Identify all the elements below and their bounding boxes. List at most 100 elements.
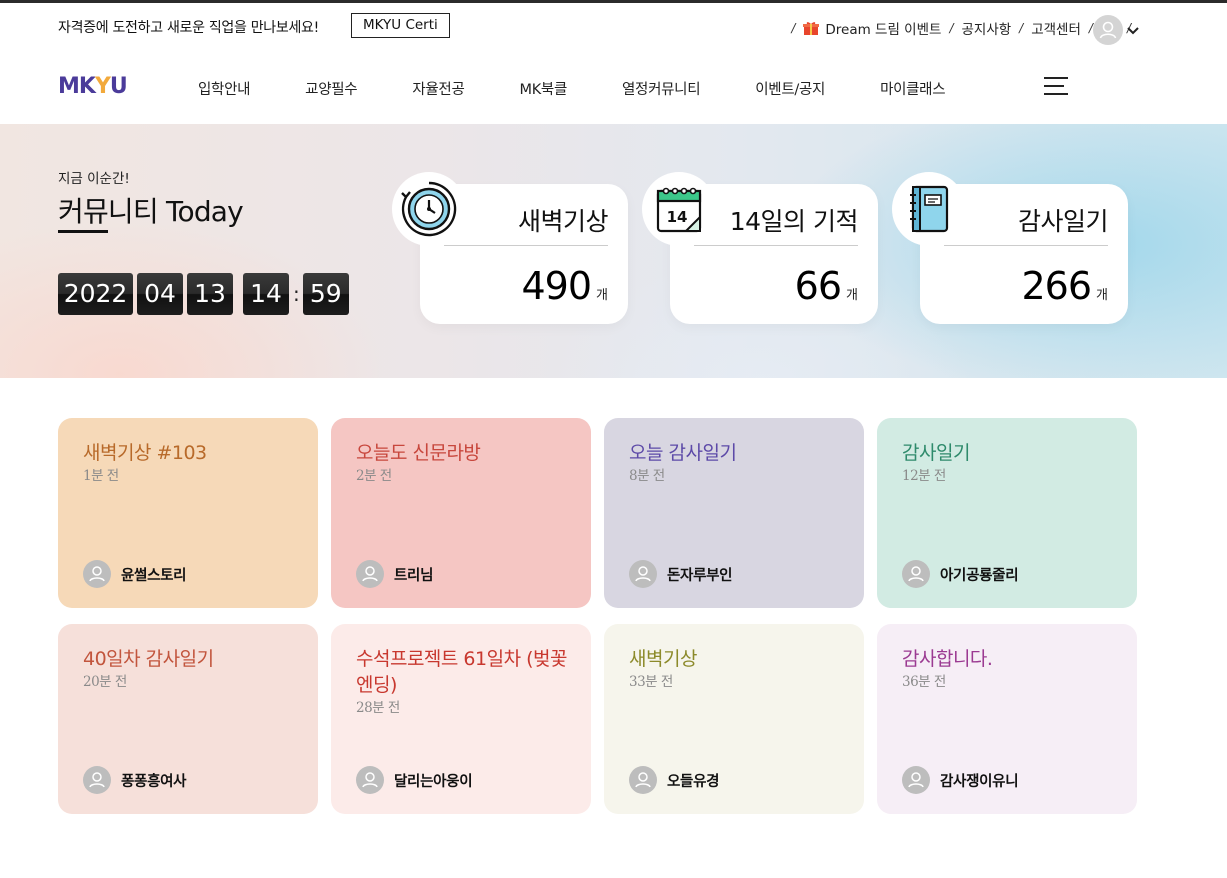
clock-hour: 14 <box>243 273 289 315</box>
post-author: 퐁퐁흥여사 <box>83 766 187 794</box>
post-title: 오늘 감사일기 8분 전 <box>629 440 842 485</box>
author-name: 달리는아웅이 <box>394 773 473 790</box>
utility-links: / Dream 드림 이벤트 / 공지사항 / 고객센터 / / <box>783 18 1139 38</box>
nav-item-self-major[interactable]: 자율전공 <box>412 78 464 99</box>
mkyu-certi-button[interactable]: MKYU Certi <box>351 13 450 38</box>
post-card[interactable]: 40일차 감사일기 20분 전 퐁퐁흥여사 <box>58 624 318 814</box>
author-name: 아기공룡줄리 <box>940 567 1019 584</box>
post-time: 28분 전 <box>356 700 400 716</box>
avatar-icon <box>356 560 384 588</box>
stat-label: 새벽기상 <box>517 207 609 236</box>
stat-count: 66 <box>794 264 842 308</box>
clock-day: 13 <box>187 273 233 315</box>
post-card[interactable]: 새벽기상 33분 전 오들유경 <box>604 624 864 814</box>
top-bar: 자격증에 도전하고 새로운 직업을 만나보세요! MKYU Certi / Dr… <box>0 3 1227 49</box>
author-name: 감사쟁이유니 <box>940 773 1019 790</box>
author-name: 퐁퐁흥여사 <box>121 773 187 790</box>
customer-center-link[interactable]: 고객센터 <box>1031 18 1081 38</box>
separator: / <box>1019 21 1024 35</box>
stat-label: 감사일기 <box>1017 207 1109 236</box>
post-author: 달리는아웅이 <box>356 766 473 794</box>
date-time-display: 2022 04 13 14 : 59 <box>58 273 353 315</box>
nav-item-liberal-arts[interactable]: 교양필수 <box>305 78 357 99</box>
community-today-hero: 지금 이순간! 커뮤니티 Today 2022 04 13 14 : 59 새벽… <box>0 124 1227 378</box>
clock-colon: : <box>293 282 300 306</box>
menu-icon[interactable] <box>1044 77 1068 95</box>
stat-count: 266 <box>1021 264 1093 308</box>
stat-card-morning-rise[interactable]: 새벽기상 490 개 <box>392 172 628 324</box>
mkyu-logo[interactable]: MKYU <box>58 74 128 99</box>
avatar-icon <box>629 766 657 794</box>
post-card[interactable]: 감사합니다. 36분 전 감사쟁이유니 <box>877 624 1137 814</box>
nav-menu: 입학안내 교양필수 자율전공 MK북클 열정커뮤니티 이벤트/공지 마이클래스 <box>198 78 1000 99</box>
avatar-icon <box>83 560 111 588</box>
post-title: 새벽기상 33분 전 <box>629 646 842 691</box>
chevron-down-icon[interactable] <box>1126 23 1140 37</box>
post-author: 트리님 <box>356 560 433 588</box>
separator: / <box>949 21 954 35</box>
post-author: 아기공룡줄리 <box>902 560 1019 588</box>
stat-unit: 개 <box>846 288 858 303</box>
post-card[interactable]: 오늘도 신문라방 2분 전 트리님 <box>331 418 591 608</box>
title-underline <box>58 230 108 233</box>
avatar-icon <box>902 560 930 588</box>
avatar-icon <box>629 560 657 588</box>
separator: / <box>791 21 796 35</box>
post-author: 감사쟁이유니 <box>902 766 1019 794</box>
svg-text:14: 14 <box>667 208 688 226</box>
stat-unit: 개 <box>1096 288 1108 303</box>
stat-label: 14일의 기적 <box>729 207 859 236</box>
post-time: 36분 전 <box>902 674 946 690</box>
author-name: 돈자루부인 <box>667 567 733 584</box>
clock-year: 2022 <box>58 273 133 315</box>
avatar-icon <box>356 766 384 794</box>
post-card[interactable]: 수석프로젝트 61일차 (벚꽃 엔딩) 28분 전 달리는아웅이 <box>331 624 591 814</box>
dream-event-label: Dream 드림 이벤트 <box>825 22 942 38</box>
post-title: 감사합니다. 36분 전 <box>902 646 1115 691</box>
alarm-clock-icon <box>392 172 466 246</box>
post-card[interactable]: 감사일기 12분 전 아기공룡줄리 <box>877 418 1137 608</box>
post-title: 새벽기상 #103 1분 전 <box>83 440 296 485</box>
nav-item-mk-bookclub[interactable]: MK북클 <box>520 78 568 99</box>
post-time: 12분 전 <box>902 468 946 484</box>
post-time: 2분 전 <box>356 468 392 484</box>
avatar-icon <box>902 766 930 794</box>
hero-kicker: 지금 이순간! <box>58 171 130 187</box>
stat-unit: 개 <box>596 288 608 303</box>
post-time: 1분 전 <box>83 468 119 484</box>
post-author: 윤썰스토리 <box>83 560 187 588</box>
post-time: 8분 전 <box>629 468 665 484</box>
user-avatar[interactable] <box>1093 15 1123 45</box>
post-time: 20분 전 <box>83 674 127 690</box>
nav-item-community[interactable]: 열정커뮤니티 <box>622 78 701 99</box>
dream-event-link[interactable]: Dream 드림 이벤트 <box>803 18 941 38</box>
nav-item-my-class[interactable]: 마이클래스 <box>880 78 946 99</box>
author-name: 오들유경 <box>667 773 720 790</box>
stat-count: 490 <box>521 264 593 308</box>
clock-minute: 59 <box>302 273 349 315</box>
nav-item-events[interactable]: 이벤트/공지 <box>755 78 825 99</box>
nav-item-admission[interactable]: 입학안내 <box>198 78 250 99</box>
post-author: 돈자루부인 <box>629 560 733 588</box>
post-author: 오들유경 <box>629 766 719 794</box>
post-card[interactable]: 새벽기상 #103 1분 전 윤썰스토리 <box>58 418 318 608</box>
stat-card-gratitude-diary[interactable]: 감사일기 266 개 <box>892 172 1128 324</box>
author-name: 트리님 <box>394 567 434 584</box>
notebook-icon <box>892 172 966 246</box>
main-nav: MKYU 입학안내 교양필수 자율전공 MK북클 열정커뮤니티 이벤트/공지 마… <box>0 49 1227 124</box>
stat-card-14days[interactable]: 14 14일의 기적 66 개 <box>642 172 878 324</box>
post-time: 33분 전 <box>629 674 673 690</box>
avatar-icon <box>83 766 111 794</box>
calendar-icon: 14 <box>642 172 716 246</box>
gift-icon <box>803 21 820 35</box>
post-title: 수석프로젝트 61일차 (벚꽃 엔딩) 28분 전 <box>356 646 569 717</box>
notice-link[interactable]: 공지사항 <box>961 18 1011 38</box>
clock-month: 04 <box>137 273 183 315</box>
post-card[interactable]: 오늘 감사일기 8분 전 돈자루부인 <box>604 418 864 608</box>
promo-text: 자격증에 도전하고 새로운 직업을 만나보세요! <box>58 20 319 36</box>
hero-title: 커뮤니티 Today <box>58 195 244 228</box>
logo-text: MKYU <box>58 74 128 99</box>
post-title: 오늘도 신문라방 2분 전 <box>356 440 569 485</box>
post-title: 감사일기 12분 전 <box>902 440 1115 485</box>
author-name: 윤썰스토리 <box>121 567 187 584</box>
